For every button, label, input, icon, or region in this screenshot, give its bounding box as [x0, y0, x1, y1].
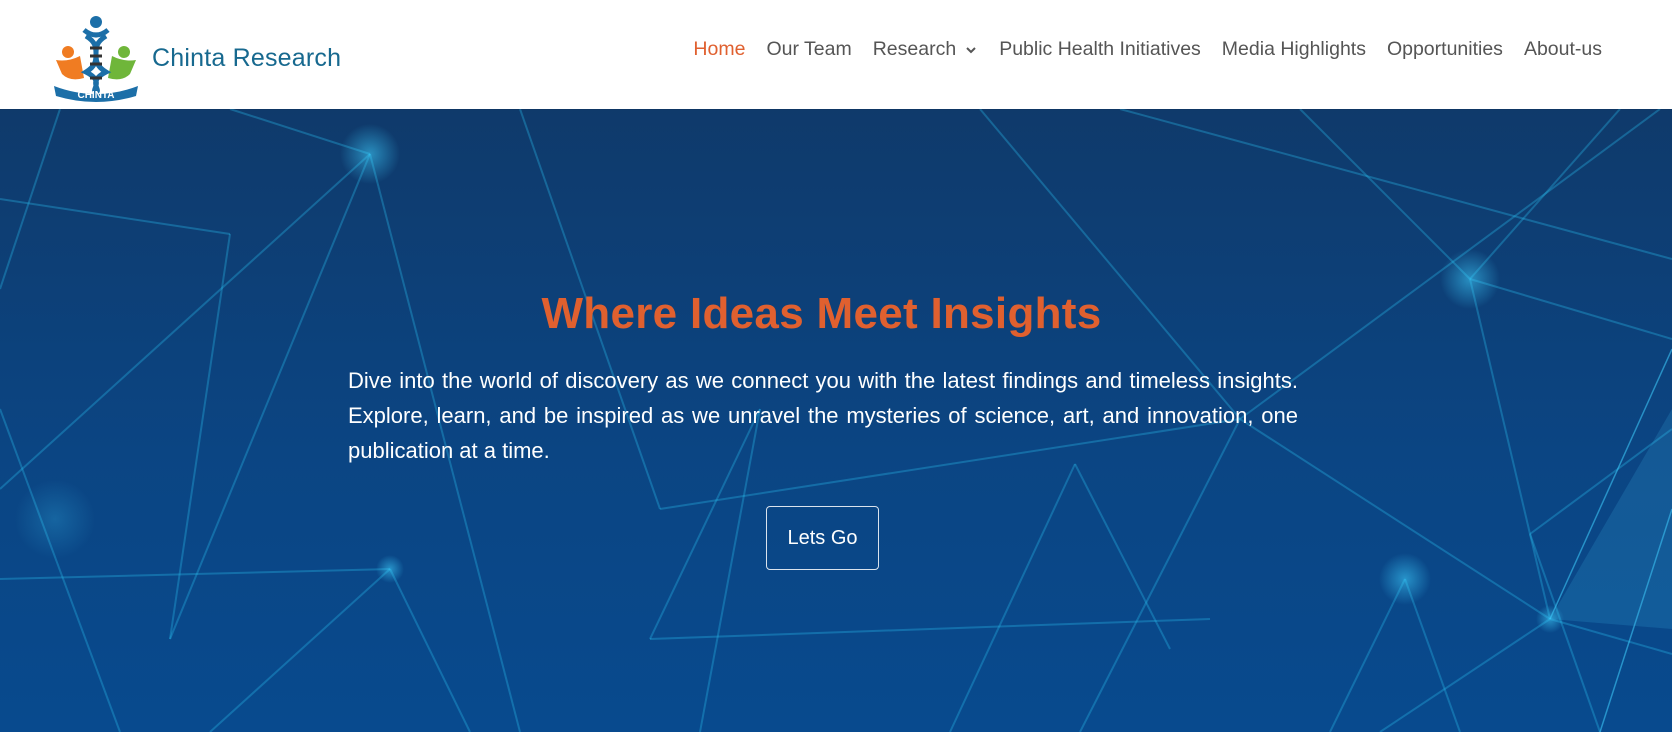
logo-text: CHINTA [77, 90, 114, 101]
hero-section: Where Ideas Meet Insights Dive into the … [0, 109, 1672, 732]
brand-name[interactable]: Chinta Research [152, 44, 341, 73]
nav-item-opportunities[interactable]: Opportunities [1387, 38, 1503, 61]
chevron-down-icon [966, 46, 976, 53]
site-header: CHINTA Chinta Research Home Our Team Res… [0, 0, 1672, 109]
main-nav: Home Our Team Research Public Health Ini… [672, 38, 1602, 61]
nav-item-about-us[interactable]: About-us [1524, 38, 1602, 61]
hero-description: Dive into the world of discovery as we c… [348, 368, 1298, 463]
nav-item-our-team[interactable]: Our Team [766, 38, 851, 61]
nav-item-research-label: Research [872, 38, 957, 60]
nav-item-home[interactable]: Home [693, 38, 745, 61]
lets-go-button[interactable]: Lets Go [766, 506, 879, 570]
nav-item-public-health[interactable]: Public Health Initiatives [999, 38, 1201, 61]
chinta-logo-icon: CHINTA [54, 16, 138, 102]
brand-link[interactable]: CHINTA Chinta Research [50, 12, 341, 104]
nav-item-research[interactable]: Research [873, 38, 978, 61]
hero-title: Where Ideas Meet Insights [541, 289, 1102, 338]
nav-item-media-highlights[interactable]: Media Highlights [1222, 38, 1366, 61]
